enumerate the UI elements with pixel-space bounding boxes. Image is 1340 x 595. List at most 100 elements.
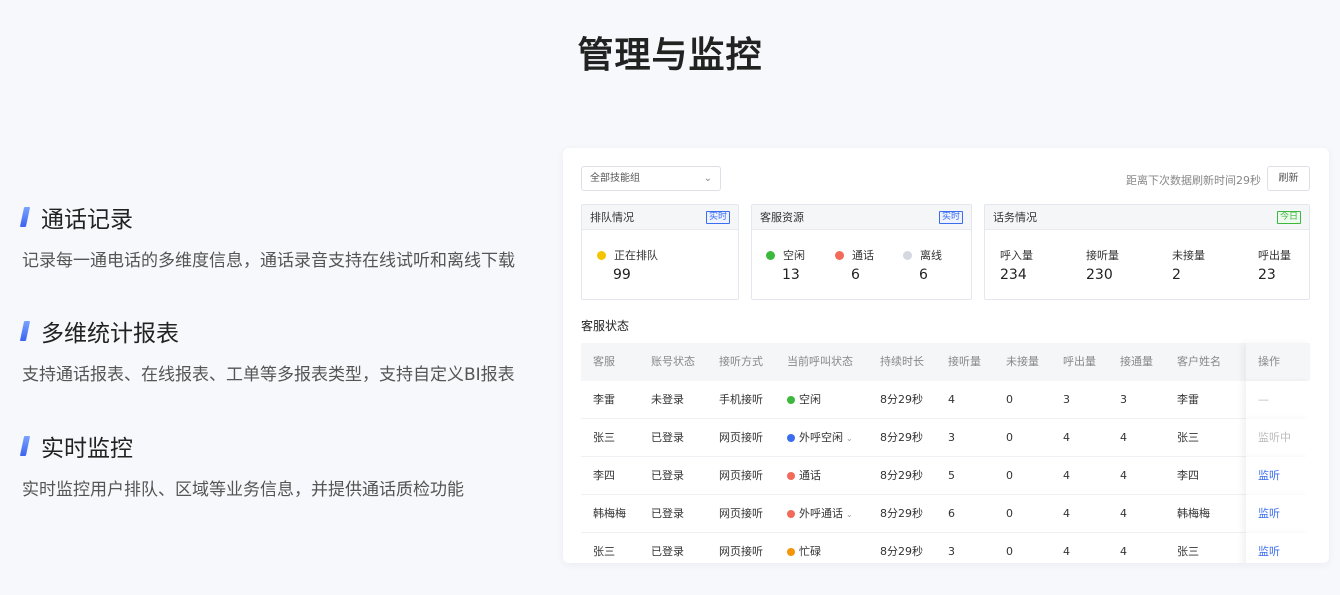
feature-title: 实时监控	[41, 436, 133, 462]
stat-idle: 空闲 13	[766, 248, 805, 283]
cell-connected: 4	[1120, 507, 1127, 520]
feature-desc: 支持通话报表、在线报表、工单等多报表类型，支持自定义BI报表	[22, 365, 515, 385]
cell-call-status[interactable]: 外呼空闲 ⌄	[787, 419, 853, 457]
table-header-row: 客服 账号状态 接听方式 当前呼叫状态 持续时长 接听量 未接量 呼出量 接通量 客户姓名 操作	[581, 343, 1310, 381]
cell-account: 已登录	[651, 431, 684, 444]
stat-label: 呼出量	[1258, 249, 1291, 262]
call-status-text: 空闲	[799, 393, 821, 406]
column-header: 接通量	[1120, 355, 1153, 368]
action-status: 监听中	[1258, 431, 1291, 444]
monitor-dashboard: 全部技能组 ⌄ 距离下次数据刷新时间29秒 刷新 排队情况 实时 正在排队 99…	[563, 148, 1329, 563]
call-status-text: 外呼空闲	[799, 431, 843, 444]
traffic-card: 话务情况 今日 呼入量 234 接听量 230 未接量 2 呼出量 23	[984, 204, 1310, 300]
cell-missed: 0	[1006, 431, 1013, 444]
cell-customer: 张三	[1177, 545, 1199, 558]
feature-title: 通话记录	[41, 207, 133, 233]
cell-connected: 3	[1120, 393, 1127, 406]
stat-label: 接听量	[1086, 249, 1119, 262]
table-row: 李雷 未登录 手机接听 空闲 8分29秒 4 0 3 3 李雷 —	[581, 381, 1310, 419]
call-status-text: 通话	[799, 469, 821, 482]
agent-status-title: 客服状态	[581, 319, 630, 333]
cell-action: 监听中	[1246, 419, 1310, 457]
cell-account: 未登录	[651, 393, 684, 406]
stat-value: 99	[613, 267, 631, 283]
cell-answered: 3	[948, 431, 955, 444]
stat-missed: 未接量 2	[1172, 248, 1205, 283]
cell-missed: 0	[1006, 469, 1013, 482]
column-header: 当前呼叫状态	[787, 355, 853, 368]
cell-method: 网页接听	[719, 431, 763, 444]
refresh-button[interactable]: 刷新	[1267, 166, 1310, 191]
cell-account: 已登录	[651, 469, 684, 482]
call-status-text: 外呼通话	[799, 507, 843, 520]
cell-action: 监听	[1246, 457, 1310, 495]
cell-answered: 5	[948, 469, 955, 482]
feature-title: 多维统计报表	[41, 321, 179, 347]
status-dot-icon	[787, 472, 795, 480]
cell-customer: 张三	[1177, 431, 1199, 444]
cell-method: 网页接听	[719, 507, 763, 520]
cell-customer: 李雷	[1177, 393, 1199, 406]
listen-link[interactable]: 监听	[1258, 469, 1280, 482]
cell-action: 监听	[1246, 495, 1310, 533]
status-dot-icon	[787, 396, 795, 404]
listen-link[interactable]: 监听	[1258, 545, 1280, 558]
accent-bar-icon	[19, 436, 31, 456]
feature-reports: 多维统计报表 支持通话报表、在线报表、工单等多报表类型，支持自定义BI报表	[19, 314, 552, 385]
cell-missed: 0	[1006, 545, 1013, 558]
skill-group-select-value: 全部技能组	[590, 173, 640, 184]
status-dot-icon	[787, 548, 795, 556]
column-header: 接听量	[948, 355, 981, 368]
stat-value: 6	[919, 267, 928, 283]
skill-group-select[interactable]: 全部技能组 ⌄	[581, 166, 721, 191]
cell-customer: 韩梅梅	[1177, 507, 1210, 520]
feature-desc: 记录每一通电话的多维度信息，通话录音支持在线试听和离线下载	[22, 251, 515, 271]
stat-value: 6	[851, 267, 860, 283]
cell-missed: 0	[1006, 507, 1013, 520]
accent-bar-icon	[19, 321, 31, 341]
column-header: 客户姓名	[1177, 355, 1221, 368]
cell-call-status[interactable]: 外呼通话 ⌄	[787, 495, 853, 533]
call-status-text: 忙碌	[799, 545, 821, 558]
realtime-tag: 实时	[938, 211, 963, 224]
accent-bar-icon	[19, 207, 31, 227]
cell-outbound: 4	[1063, 507, 1070, 520]
cell-outbound: 4	[1063, 431, 1070, 444]
status-dot-icon	[787, 434, 795, 442]
column-header: 客服	[593, 355, 615, 368]
cell-connected: 4	[1120, 545, 1127, 558]
stat-talking: 通话 6	[835, 248, 874, 283]
cell-method: 网页接听	[719, 469, 763, 482]
listen-link[interactable]: 监听	[1258, 507, 1280, 520]
chevron-down-icon[interactable]: ⌄	[846, 434, 853, 443]
stat-label: 通话	[852, 249, 874, 262]
idle-dot-icon	[766, 250, 775, 260]
cell-agent: 张三	[593, 545, 615, 558]
chevron-down-icon[interactable]: ⌄	[846, 510, 853, 519]
stat-label: 呼入量	[1000, 249, 1033, 262]
cell-connected: 4	[1120, 431, 1127, 444]
cell-missed: 0	[1006, 393, 1013, 406]
column-header: 呼出量	[1063, 355, 1096, 368]
stat-label: 未接量	[1172, 249, 1205, 262]
action-status: —	[1258, 393, 1269, 406]
column-header: 操作	[1246, 343, 1310, 381]
cell-answered: 3	[948, 545, 955, 558]
agent-status-table: 客服 账号状态 接听方式 当前呼叫状态 持续时长 接听量 未接量 呼出量 接通量 客户姓名 操作 李…	[581, 343, 1310, 563]
feature-desc: 实时监控用户排队、区域等业务信息，并提供通话质检功能	[22, 480, 464, 500]
feature-realtime-monitor: 实时监控 实时监控用户排队、区域等业务信息，并提供通话质检功能	[19, 429, 552, 500]
stat-label: 正在排队	[614, 249, 658, 262]
queue-card: 排队情况 实时 正在排队 99	[581, 204, 739, 300]
stat-queueing: 正在排队 99	[597, 248, 658, 283]
cell-method: 网页接听	[719, 545, 763, 558]
card-title: 排队情况	[590, 211, 634, 224]
cell-call-status: 通话	[787, 457, 821, 495]
column-header: 账号状态	[651, 355, 695, 368]
cell-duration: 8分29秒	[880, 431, 923, 444]
cell-outbound: 4	[1063, 469, 1070, 482]
cell-duration: 8分29秒	[880, 545, 923, 558]
column-header: 持续时长	[880, 355, 924, 368]
stat-answered: 接听量 230	[1086, 248, 1119, 283]
cell-agent: 李雷	[593, 393, 615, 406]
stat-value: 2	[1172, 267, 1181, 283]
